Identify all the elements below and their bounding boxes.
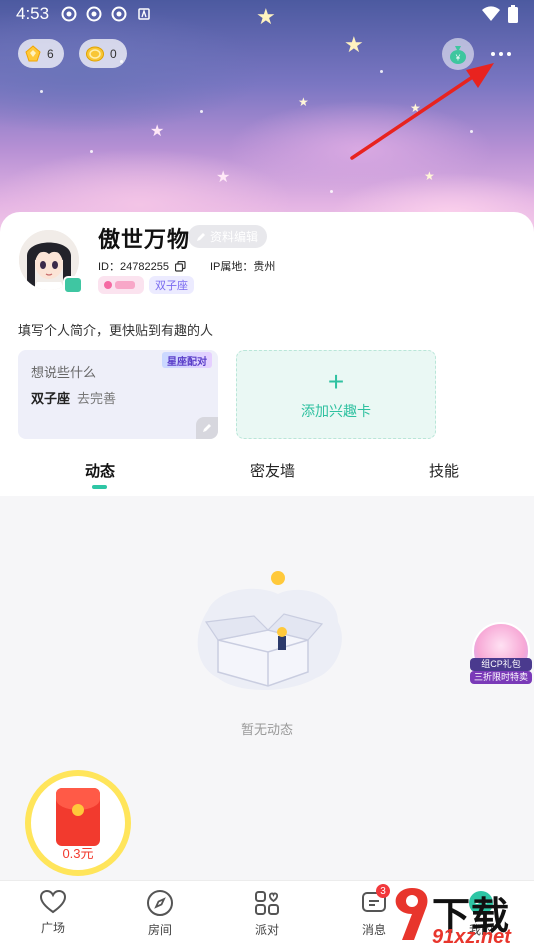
more-dot-icon [499, 52, 503, 56]
star-decoration: ★ [424, 169, 435, 183]
add-interest-card[interactable]: + 添加兴趣卡 [236, 350, 436, 439]
say-card-subtitle: 双子座 去完善 [31, 388, 116, 407]
money-bag-button[interactable]: ¥ [442, 38, 474, 70]
money-bag-icon: ¥ [450, 46, 466, 64]
status-app-icon [111, 6, 127, 22]
wifi-icon [482, 6, 500, 22]
compass-icon [147, 890, 173, 916]
copy-icon[interactable] [174, 260, 186, 272]
watermark-url: 91xz.net [432, 926, 511, 948]
gift-pack-title: 组CP礼包 [470, 658, 532, 671]
profile-banner: ★ ★ ★ ★ ★ ★ ★ [0, 0, 534, 240]
blurred-age [115, 281, 135, 289]
cp-gift-pack-float[interactable]: 组CP礼包 三折限时特卖 [470, 622, 532, 684]
nickname: 傲世万物 [98, 227, 191, 252]
status-app-icon [86, 6, 102, 22]
tab-skills[interactable]: 技能 [429, 460, 459, 481]
site-watermark: 下载站 91xz.net [392, 884, 534, 950]
avatar-store-badge [63, 276, 83, 294]
pencil-icon [197, 232, 205, 241]
nav-messages-label: 消息 [361, 923, 386, 937]
battery-icon [508, 5, 518, 23]
say-card-action[interactable]: 去完善 [77, 391, 116, 406]
gem-icon [25, 44, 41, 61]
nav-rooms-label: 房间 [147, 923, 172, 937]
id-line: ID：24782255 IP属地：贵州 [98, 258, 275, 274]
star-decoration: ★ [216, 169, 231, 186]
gender-icon [104, 281, 112, 289]
status-app-icon [61, 6, 77, 22]
zodiac-tag: 双子座 [149, 276, 194, 294]
more-dot-icon [491, 52, 495, 56]
status-time: 4:53 [16, 4, 50, 23]
more-options-button[interactable] [484, 42, 518, 66]
more-dot-icon [507, 52, 511, 56]
status-bar: 4:53 [0, 0, 534, 28]
gem-balance-pill[interactable]: 6 [18, 39, 64, 68]
tab-friend-wall[interactable]: 密友墙 [250, 460, 295, 481]
star-decoration: ★ [410, 101, 421, 115]
add-interest-label: 添加兴趣卡 [301, 402, 371, 419]
nav-square[interactable]: 广场 [23, 889, 83, 936]
red-packet-float[interactable]: 0.3元 [25, 770, 131, 876]
tab-moments[interactable]: 动态 [85, 460, 115, 481]
user-id: ID：24782255 [98, 261, 169, 273]
nav-party-label: 派对 [254, 923, 279, 937]
zodiac-match-badge: 星座配对 [162, 352, 212, 368]
gift-pack-subtitle: 三折限时特卖 [470, 671, 532, 684]
message-badge: 3 [376, 884, 390, 898]
party-icon [255, 891, 279, 915]
nav-party[interactable]: 派对 [237, 889, 297, 938]
star-decoration: ★ [150, 123, 165, 140]
empty-feed-text: 暂无动态 [240, 722, 293, 737]
say-something-card[interactable]: 想说些什么 星座配对 双子座 去完善 [18, 350, 218, 439]
profile-tabs: 动态 密友墙 技能 [0, 450, 534, 494]
bio-placeholder[interactable]: 填写个人简介，更快贴到有趣的人 [18, 320, 213, 339]
status-app-icon [138, 8, 150, 20]
ip-location: IP属地：贵州 [209, 261, 276, 273]
nav-square-label: 广场 [40, 921, 65, 935]
coin-balance-pill[interactable]: 0 [79, 39, 127, 68]
pencil-icon [203, 424, 211, 432]
empty-box-illustration [197, 571, 342, 690]
gender-age-tag [98, 276, 144, 294]
active-tab-indicator [92, 485, 107, 489]
say-card-zodiac: 双子座 [31, 391, 71, 406]
red-packet-amount: 0.3元 [62, 846, 94, 861]
plus-icon: + [327, 365, 345, 397]
coin-balance: 0 [110, 46, 117, 61]
gem-balance: 6 [47, 46, 54, 61]
star-decoration: ★ [344, 32, 364, 57]
coin-icon [86, 46, 104, 61]
watermark-logo [395, 888, 428, 940]
nav-rooms[interactable]: 房间 [130, 889, 190, 938]
say-card-edit-button[interactable] [196, 417, 218, 439]
star-decoration: ★ [298, 95, 309, 109]
heart-icon [39, 889, 67, 914]
edit-profile-button[interactable]: 资料编辑 [188, 225, 268, 248]
edit-profile-label: 资料编辑 [210, 230, 259, 244]
say-card-title: 想说些什么 [31, 365, 97, 380]
red-envelope-icon [56, 788, 100, 846]
svg-text:¥: ¥ [455, 54, 461, 63]
